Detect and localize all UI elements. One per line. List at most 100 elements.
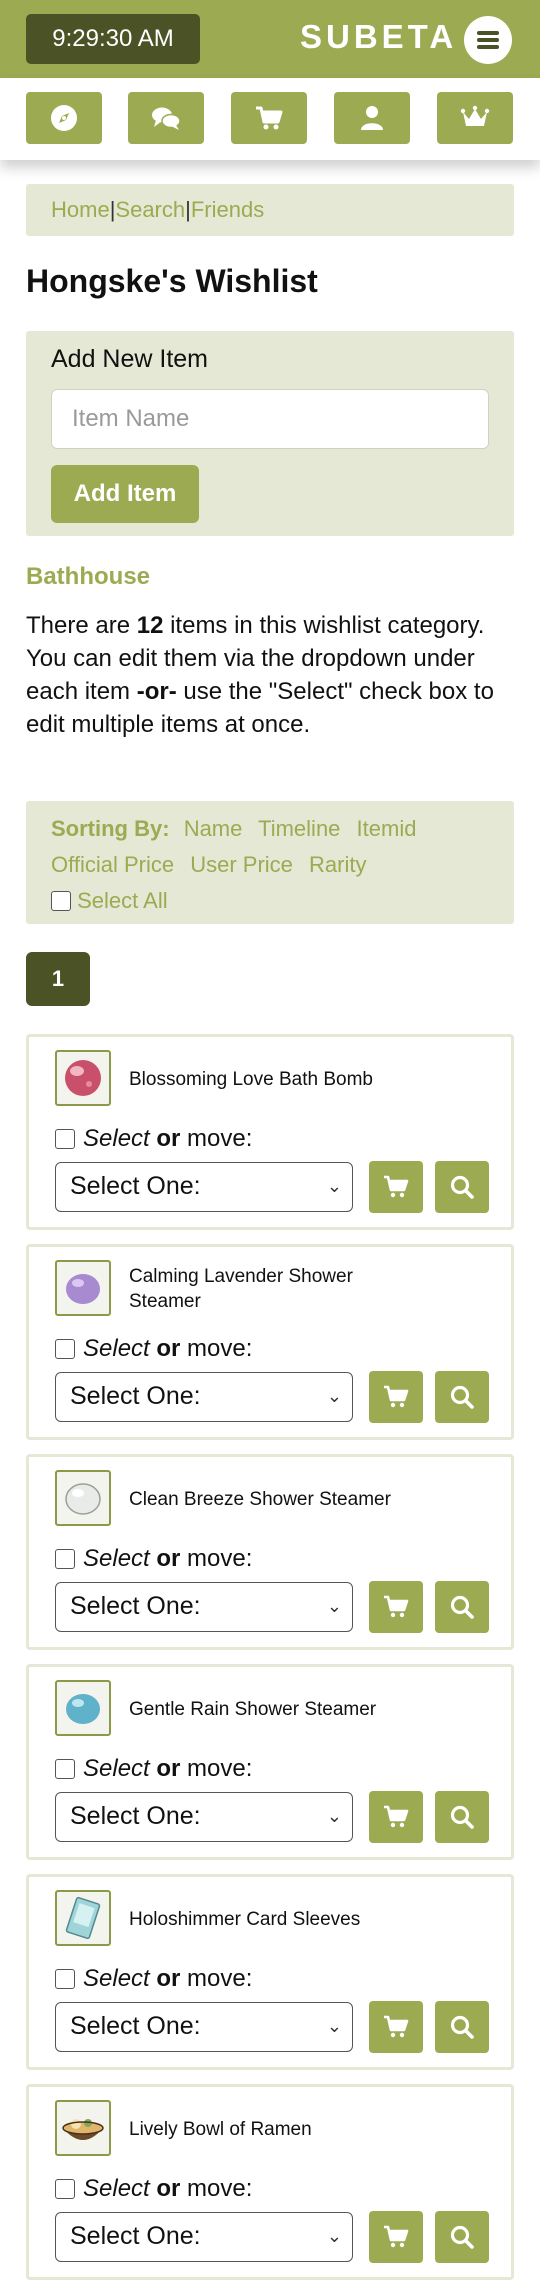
item-select-row: Select or move: (55, 2175, 252, 2203)
move-dropdown[interactable]: Select One: ⌄ (55, 1162, 353, 1212)
clock: 9:29:30 AM (26, 14, 200, 64)
breadcrumb-home[interactable]: Home (51, 197, 110, 222)
brand-logo[interactable]: SUBETA (300, 18, 457, 56)
item-search-button[interactable] (435, 1791, 489, 1843)
select-label: Select (83, 1335, 150, 1362)
sort-official-price[interactable]: Official Price (51, 852, 174, 877)
cart-icon (256, 106, 283, 130)
menu-icon (477, 31, 499, 35)
item-select-checkbox[interactable] (55, 1969, 75, 1989)
category-title: Bathhouse (26, 563, 151, 590)
sort-itemid[interactable]: Itemid (357, 816, 417, 841)
item-select-checkbox[interactable] (55, 1339, 75, 1359)
sort-user-price[interactable]: User Price (190, 852, 293, 877)
item-select-row: Select or move: (55, 1335, 252, 1363)
cart-icon (384, 1595, 409, 1618)
wishlist-item: Gentle Rain Shower Steamer Select or mov… (26, 1664, 514, 1860)
shop-search-button[interactable] (369, 1161, 423, 1213)
item-name[interactable]: Lively Bowl of Ramen (129, 2087, 429, 2171)
item-search-button[interactable] (435, 1581, 489, 1633)
breadcrumb: Home|Search|Friends (26, 184, 514, 236)
move-dropdown[interactable]: Select One: ⌄ (55, 1372, 353, 1422)
shop-search-button[interactable] (369, 1581, 423, 1633)
select-all-checkbox[interactable] (51, 891, 71, 911)
shop-search-button[interactable] (369, 2211, 423, 2263)
item-image[interactable] (55, 2100, 111, 2156)
menu-button[interactable] (464, 16, 512, 64)
wishlist-item: Blossoming Love Bath Bomb Select or move… (26, 1034, 514, 1230)
chevron-down-icon: ⌄ (326, 1596, 342, 1616)
shop-search-button[interactable] (369, 1371, 423, 1423)
chevron-down-icon: ⌄ (326, 2226, 342, 2246)
item-count: 12 (136, 612, 164, 639)
wishlist-item: Calming Lavender Shower Steamer Select o… (26, 1244, 514, 1440)
chevron-down-icon: ⌄ (326, 1176, 342, 1196)
cart-icon (384, 1175, 409, 1198)
sort-name[interactable]: Name (184, 816, 243, 841)
search-icon (450, 1805, 474, 1829)
item-select-row: Select or move: (55, 1965, 252, 1993)
chevron-down-icon: ⌄ (326, 1806, 342, 1826)
item-name[interactable]: Calming Lavender Shower Steamer (129, 1247, 429, 1331)
move-dropdown[interactable]: Select One: ⌄ (55, 1582, 353, 1632)
search-icon (450, 2015, 474, 2039)
add-item-button[interactable]: Add Item (51, 465, 199, 523)
move-dropdown[interactable]: Select One: ⌄ (55, 2002, 353, 2052)
select-label: Select (83, 1755, 150, 1782)
item-image[interactable] (55, 1890, 111, 1946)
item-image[interactable] (55, 1680, 111, 1736)
select-label: Select (83, 1125, 150, 1152)
cart-icon (384, 2225, 409, 2248)
chevron-down-icon: ⌄ (326, 2016, 342, 2036)
shop-search-button[interactable] (369, 1791, 423, 1843)
item-image[interactable] (55, 1260, 111, 1316)
item-search-button[interactable] (435, 2001, 489, 2053)
item-search-button[interactable] (435, 1371, 489, 1423)
shop-search-button[interactable] (369, 2001, 423, 2053)
chat-icon (152, 107, 181, 130)
item-name[interactable]: Blossoming Love Bath Bomb (129, 1037, 429, 1121)
item-name[interactable]: Holoshimmer Card Sleeves (129, 1877, 429, 1961)
select-all-label[interactable]: Select All (77, 888, 168, 913)
nav-bar (0, 78, 540, 160)
item-search-button[interactable] (435, 2211, 489, 2263)
page-title: Hongske's Wishlist (26, 263, 318, 299)
search-icon (450, 1595, 474, 1619)
compass-icon (51, 105, 77, 131)
wishlist-item: Clean Breeze Shower Steamer Select or mo… (26, 1454, 514, 1650)
select-label: Select (83, 1545, 150, 1572)
item-select-checkbox[interactable] (55, 2179, 75, 2199)
item-select-row: Select or move: (55, 1545, 252, 1573)
item-image[interactable] (55, 1470, 111, 1526)
breadcrumb-search[interactable]: Search (115, 197, 185, 222)
item-image[interactable] (55, 1050, 111, 1106)
item-name-input[interactable] (51, 389, 489, 449)
cart-icon (384, 2015, 409, 2038)
item-name[interactable]: Clean Breeze Shower Steamer (129, 1457, 429, 1541)
add-item-label: Add New Item (51, 345, 209, 373)
user-icon (361, 106, 383, 130)
item-select-checkbox[interactable] (55, 1549, 75, 1569)
nav-shop-button[interactable] (231, 92, 307, 144)
item-select-checkbox[interactable] (55, 1129, 75, 1149)
item-select-checkbox[interactable] (55, 1759, 75, 1779)
wishlist-item: Lively Bowl of Ramen Select or move: Sel… (26, 2084, 514, 2280)
page-1-button[interactable]: 1 (26, 952, 90, 1006)
move-dropdown[interactable]: Select One: ⌄ (55, 1792, 353, 1842)
nav-chat-button[interactable] (128, 92, 204, 144)
item-select-row: Select or move: (55, 1125, 252, 1153)
sort-rarity[interactable]: Rarity (309, 852, 366, 877)
item-name[interactable]: Gentle Rain Shower Steamer (129, 1667, 429, 1751)
crown-icon (460, 105, 490, 126)
item-search-button[interactable] (435, 1161, 489, 1213)
search-icon (450, 1385, 474, 1409)
nav-profile-button[interactable] (334, 92, 410, 144)
sort-timeline[interactable]: Timeline (258, 816, 340, 841)
nav-premium-button[interactable] (437, 92, 513, 144)
breadcrumb-friends[interactable]: Friends (191, 197, 264, 222)
add-item-panel: Add New Item Add Item (26, 331, 514, 536)
nav-explore-button[interactable] (26, 92, 102, 144)
select-label: Select (83, 1965, 150, 1992)
search-icon (450, 2225, 474, 2249)
move-dropdown[interactable]: Select One: ⌄ (55, 2212, 353, 2262)
